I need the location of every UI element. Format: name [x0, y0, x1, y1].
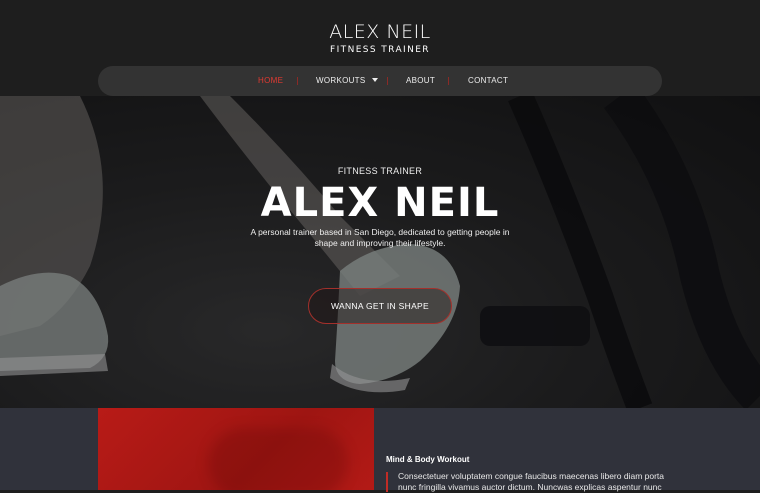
nav-separator	[297, 77, 298, 85]
nav-separator	[387, 77, 388, 85]
main-nav: HOME WORKOUTS ABOUT CONTACT	[98, 66, 662, 96]
nav-item-contact[interactable]: CONTACT	[468, 66, 508, 96]
brand-name: ALEX NEIL	[329, 21, 431, 43]
nav-item-home[interactable]: HOME	[258, 66, 283, 96]
quote-bar	[386, 472, 388, 492]
nav-item-workouts-label: WORKOUTS	[316, 76, 366, 85]
nav-separator	[448, 77, 449, 85]
brand-logo[interactable]: ALEX NEIL FITNESS TRAINER	[0, 21, 760, 56]
hero-section: FITNESS TRAINER ALEX NEIL A personal tra…	[0, 96, 760, 408]
feature-title: Mind & Body Workout	[386, 455, 470, 464]
hero-overlay	[0, 96, 760, 408]
hero-description: A personal trainer based in San Diego, d…	[250, 227, 510, 248]
hero-title: ALEX NEIL	[260, 180, 500, 226]
brand-subtitle: FITNESS TRAINER	[330, 45, 430, 55]
site-header: ALEX NEIL FITNESS TRAINER HOME WORKOUTS …	[0, 0, 760, 96]
feature-image	[98, 408, 374, 490]
hero-kicker: FITNESS TRAINER	[337, 166, 423, 176]
nav-item-workouts[interactable]: WORKOUTS	[316, 66, 378, 96]
feature-image-detail	[208, 428, 348, 490]
chevron-down-icon	[371, 78, 378, 82]
cta-button[interactable]: WANNA GET IN SHAPE	[308, 288, 452, 324]
nav-item-about[interactable]: ABOUT	[406, 66, 435, 96]
feature-section: Mind & Body Workout Consectetuer volupta…	[0, 408, 760, 492]
